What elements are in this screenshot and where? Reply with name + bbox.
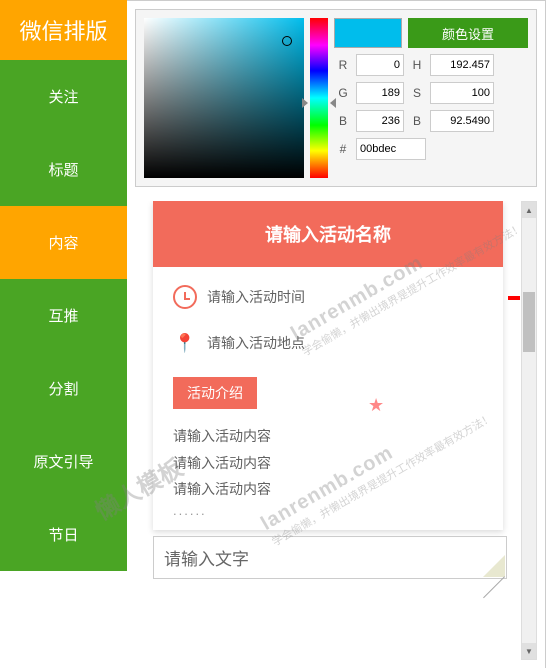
fold-corner-icon [483, 555, 505, 577]
r-label: R [334, 54, 352, 76]
b-input[interactable] [356, 110, 404, 132]
sidebar-item-label: 原文引导 [33, 454, 93, 471]
s-label: S [408, 82, 426, 104]
text-input-placeholder: 请输入文字 [164, 545, 249, 570]
clock-icon [173, 285, 197, 309]
sidebar-item-label: 标题 [48, 162, 78, 179]
scroll-down-arrow[interactable]: ▼ [522, 643, 536, 659]
card-title[interactable]: 请输入活动名称 [153, 201, 503, 267]
content-line-2[interactable]: 请输入活动内容 [173, 450, 483, 477]
sidebar-item-label: 节日 [48, 527, 78, 544]
hue-arrow-right [330, 98, 336, 108]
sv-cursor[interactable] [282, 36, 292, 46]
place-placeholder: 请输入活动地点 [207, 333, 305, 353]
card-body: 请输入活动时间 📍 请输入活动地点 活动介绍 请输入活动内容 请输入活动内容 请… [153, 267, 503, 530]
place-row[interactable]: 📍 请输入活动地点 [173, 331, 483, 355]
g-label: G [334, 82, 352, 104]
main-panel: 颜色设置 R H G S B B [127, 0, 546, 668]
sidebar-item-label: 内容 [48, 235, 78, 252]
color-preview [334, 18, 402, 48]
sidebar-item-title[interactable]: 标题 [0, 133, 127, 206]
sidebar-item-content[interactable]: 内容 [0, 206, 127, 279]
sidebar-item-label: 关注 [48, 89, 78, 106]
activity-card[interactable]: 请输入活动名称 请输入活动时间 📍 请输入活动地点 活动介绍 请输入活动内容 请… [153, 201, 503, 530]
scroll-up-arrow[interactable]: ▲ [522, 202, 536, 218]
intro-tag: 活动介绍 [173, 377, 257, 409]
sidebar-item-festival[interactable]: 节日 [0, 498, 127, 571]
color-picker: 颜色设置 R H G S B B [135, 9, 537, 187]
h-label: H [408, 54, 426, 76]
sidebar-item-follow[interactable]: 关注 [0, 60, 127, 133]
sidebar-header: 微信排版 [0, 0, 127, 60]
sidebar-item-label: 分割 [48, 381, 78, 398]
sidebar: 微信排版 关注 标题 内容 互推 分割 原文引导 节日 [0, 0, 127, 668]
time-row[interactable]: 请输入活动时间 [173, 285, 483, 309]
scrollbar[interactable]: ▲ ▼ [521, 201, 537, 660]
content-dots: ...... [173, 503, 483, 518]
content-area: 请输入活动名称 请输入活动时间 📍 请输入活动地点 活动介绍 请输入活动内容 请… [135, 201, 537, 660]
br-input[interactable] [430, 110, 494, 132]
r-input[interactable] [356, 54, 404, 76]
time-placeholder: 请输入活动时间 [207, 287, 305, 307]
red-indicator [508, 296, 520, 300]
g-input[interactable] [356, 82, 404, 104]
br-label: B [408, 110, 426, 132]
content-line-3[interactable]: 请输入活动内容 [173, 476, 483, 503]
star-icon: ★ [368, 395, 384, 416]
sidebar-item-label: 互推 [48, 308, 78, 325]
color-set-button[interactable]: 颜色设置 [408, 18, 528, 48]
hex-label: # [334, 138, 352, 160]
b-label: B [334, 110, 352, 132]
hue-arrow-left [302, 98, 308, 108]
sidebar-item-divider[interactable]: 分割 [0, 352, 127, 425]
text-input-card[interactable]: 请输入文字 [153, 536, 507, 579]
h-input[interactable] [430, 54, 494, 76]
scroll-thumb[interactable] [523, 292, 535, 352]
color-controls: 颜色设置 R H G S B B [334, 18, 528, 178]
hue-slider[interactable] [310, 18, 328, 178]
content-line-1[interactable]: 请输入活动内容 [173, 423, 483, 450]
hex-input[interactable] [356, 138, 426, 160]
sidebar-item-original[interactable]: 原文引导 [0, 425, 127, 498]
pin-icon: 📍 [173, 331, 197, 355]
saturation-value-panel[interactable] [144, 18, 304, 178]
s-input[interactable] [430, 82, 494, 104]
sidebar-item-mutual[interactable]: 互推 [0, 279, 127, 352]
